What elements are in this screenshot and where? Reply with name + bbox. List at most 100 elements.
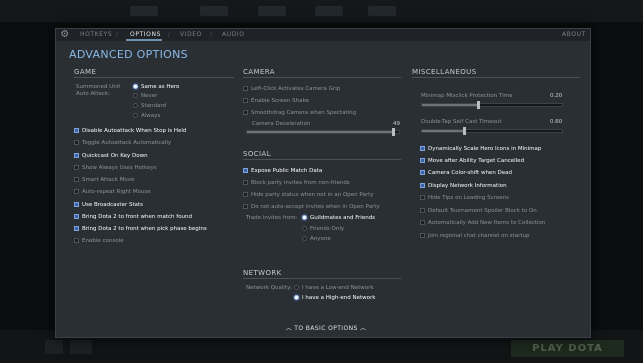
checkbox-scale-hero-icons[interactable]: Dynamically Scale Hero Icons in Minimap [420, 145, 541, 153]
section-divider [412, 77, 580, 78]
checkbox-expose-match-data[interactable]: Expose Public Match Data [243, 167, 322, 175]
chevron-up-icon: ︿ [360, 325, 367, 332]
section-divider [243, 159, 401, 160]
radio-dot [294, 285, 299, 290]
checkbox-box [243, 180, 248, 185]
checkbox-box [74, 238, 79, 243]
radio-dot [133, 103, 138, 108]
trade-invites-label: Trade invites from: [246, 215, 298, 221]
slider-thumb[interactable] [392, 128, 395, 136]
checkbox-camera-grip[interactable]: Left-Click Activates Camera Grip [243, 85, 340, 93]
checkbox-box [74, 165, 79, 170]
checkbox-hide-tips[interactable]: Hide Tips on Loading Screens [420, 194, 509, 202]
checkbox-box [420, 220, 425, 225]
checkbox-box [243, 98, 248, 103]
checkbox-front-pick-phase[interactable]: Bring Dota 2 to front when pick phase be… [74, 225, 207, 233]
social-section-title: SOCIAL [243, 150, 271, 158]
network-section-title: NETWORK [243, 269, 282, 277]
checkbox-color-shift-dead[interactable]: Camera Color-shift when Dead [420, 169, 512, 177]
radio-dot [302, 226, 307, 231]
checkbox-auto-repeat[interactable]: Auto-repeat Right Mouse [74, 188, 151, 196]
checkbox-show-hotkeys[interactable]: Show Always Uses Hotkeys [74, 164, 157, 172]
to-basic-options-button[interactable]: ︿ TO BASIC OPTIONS ︿ [281, 324, 371, 334]
checkbox-hide-party-status[interactable]: Hide party status when not in an Open Pa… [243, 191, 374, 199]
radio-dot [133, 113, 138, 118]
radio-dot [133, 93, 138, 98]
radio-standard[interactable]: Standard [133, 102, 166, 110]
background-nav-item [130, 6, 158, 16]
camera-deceleration-label: Camera Deceleration [252, 121, 311, 127]
slider-thumb[interactable] [463, 127, 466, 135]
checkbox-box [74, 177, 79, 182]
checkbox-auto-add-items[interactable]: Automatically Add New Items to Collectio… [420, 219, 545, 227]
checkbox-smart-attack-move[interactable]: Smart Attack Move [74, 176, 134, 184]
radio-friends-only[interactable]: Friends Only [302, 225, 344, 233]
checkbox-disable-autoattack[interactable]: Disable Autoattack When Stop is Held [74, 127, 186, 135]
checkbox-broadcaster-stats[interactable]: Use Broadcaster Stats [74, 201, 143, 209]
active-tab-indicator [126, 39, 162, 41]
radio-guildmates-friends[interactable]: Guildmates and Friends [302, 214, 375, 222]
checkbox-box [74, 128, 79, 133]
radio-anyone[interactable]: Anyone [302, 235, 331, 243]
checkbox-box [243, 86, 248, 91]
tab-separator: / [168, 31, 171, 38]
checkbox-regional-chat[interactable]: Join regional chat channel on startup [420, 232, 529, 240]
minimap-protection-label: Minimap Misclick Protection Time [421, 93, 513, 99]
checkbox-toggle-autoattack[interactable]: Toggle Autoattack Automatically [74, 139, 171, 147]
radio-dot [133, 84, 138, 89]
radio-same-as-hero[interactable]: Same as Hero [133, 83, 179, 91]
checkbox-network-info[interactable]: Display Network Information [420, 182, 507, 190]
minimap-protection-slider[interactable] [421, 101, 563, 109]
gear-icon[interactable]: ⚙ [59, 29, 71, 41]
checkbox-box [74, 202, 79, 207]
chevron-up-icon: ︿ [285, 325, 292, 332]
camera-deceleration-slider[interactable] [246, 128, 400, 136]
checkbox-box [420, 208, 425, 213]
tab-about[interactable]: ABOUT [562, 29, 586, 41]
tab-video[interactable]: VIDEO [180, 29, 202, 41]
checkbox-box [420, 183, 425, 188]
tab-audio[interactable]: AUDIO [222, 29, 245, 41]
checkbox-move-after-cancel[interactable]: Move after Ability Target Cancelled [420, 157, 524, 165]
checkbox-box [420, 170, 425, 175]
radio-low-end-network[interactable]: I have a Low-end Network [294, 284, 374, 292]
checkbox-box [420, 158, 425, 163]
play-dota-button[interactable]: PLAY DOTA [511, 340, 624, 357]
tab-separator: / [210, 31, 213, 38]
slider-fill [422, 104, 478, 106]
slider-thumb[interactable] [477, 101, 480, 109]
background-avatar [70, 340, 92, 354]
checkbox-box [243, 204, 248, 209]
checkbox-box [243, 192, 248, 197]
section-divider [243, 278, 401, 279]
checkbox-block-party-invites[interactable]: Block party invites from non-friends [243, 179, 350, 187]
slider-fill [422, 130, 464, 132]
checkbox-box [74, 214, 79, 219]
checkbox-screen-shake[interactable]: Enable Screen Shake [243, 97, 309, 105]
checkbox-box [420, 233, 425, 238]
camera-section-title: CAMERA [243, 68, 275, 76]
network-quality-label: Network Quality: [246, 285, 292, 291]
radio-high-end-network[interactable]: I have a High-end Network [294, 294, 375, 302]
auto-attack-label: Auto Attack: [76, 91, 110, 97]
checkbox-box [243, 168, 248, 173]
checkbox-box [420, 146, 425, 151]
options-tab-bar: ⚙ HOTKEYS / OPTIONS / VIDEO / AUDIO ABOU… [56, 29, 590, 41]
radio-never[interactable]: Never [133, 92, 157, 100]
radio-dot [302, 236, 307, 241]
double-tap-value: 0.60 [550, 119, 563, 125]
radio-always[interactable]: Always [133, 112, 160, 120]
checkbox-spoiler-block[interactable]: Default Tournament Spoiler Block to On [420, 207, 537, 215]
checkbox-front-match-found[interactable]: Bring Dota 2 to front when match found [74, 213, 192, 221]
double-tap-label: Double-Tap Self Cast Timeout [421, 119, 502, 125]
checkbox-smoothdrag[interactable]: Smoothdrag Camera when Spectating [243, 109, 356, 117]
double-tap-slider[interactable] [421, 127, 563, 135]
background-avatar [45, 340, 63, 354]
checkbox-quickcast[interactable]: Quickcast On Key Down [74, 152, 148, 160]
checkbox-enable-console[interactable]: Enable console [74, 237, 124, 245]
tab-hotkeys[interactable]: HOTKEYS [80, 29, 112, 41]
camera-deceleration-value: 49 [393, 121, 400, 127]
background-nav-item [315, 6, 343, 16]
checkbox-no-auto-accept[interactable]: Do not auto-accept invites when in Open … [243, 203, 380, 211]
misc-section-title: MISCELLANEOUS [412, 68, 477, 76]
